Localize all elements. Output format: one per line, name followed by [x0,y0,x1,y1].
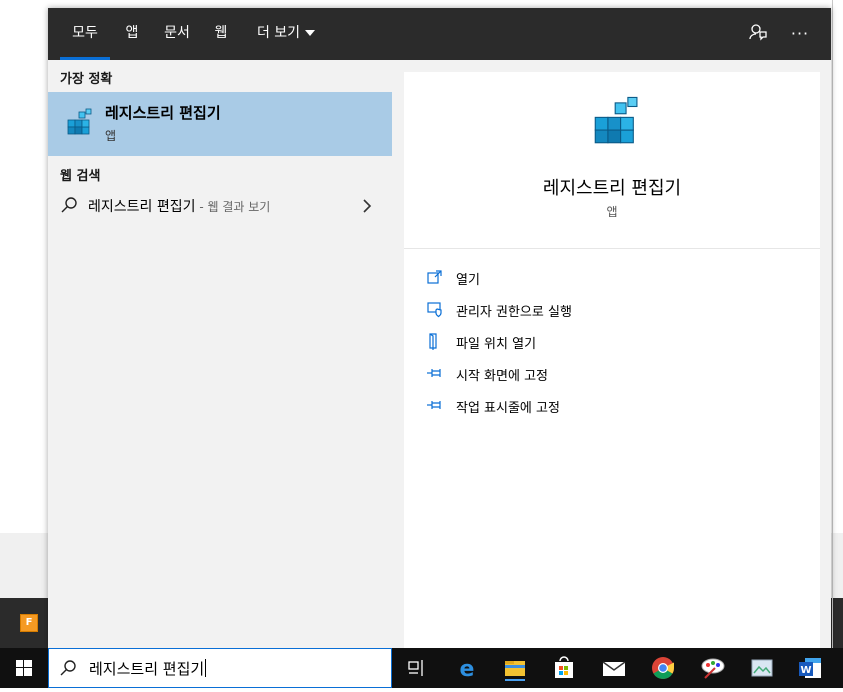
web-search-heading: 웹 검색 [60,169,101,184]
photo-viewer-icon[interactable] [748,654,776,682]
open-icon [427,270,442,284]
svg-text:e: e [460,657,475,682]
web-search-result[interactable]: 레지스트리 편집기 - 웹 결과 보기 [48,190,392,222]
action-open-file-location-label: 파일 위치 열기 [456,337,537,352]
chrome-icon[interactable] [649,654,677,682]
web-search-query: 레지스트리 편집기 [88,199,196,215]
action-pin-to-taskbar[interactable]: 작업 표시줄에 고정 [426,392,806,420]
best-match-name: 레지스트리 편집기 [105,104,221,122]
tab-more-label: 더 보기 [256,25,301,41]
preview-app-name: 레지스트리 편집기 [542,178,682,199]
chevron-right-icon[interactable] [360,198,374,214]
search-input-text: 레지스트리 편집기 [89,660,205,678]
preview-app-type: 앱 [606,205,618,219]
action-open-file-location[interactable]: 파일 위치 열기 [426,328,806,356]
word-icon[interactable]: W [796,654,824,682]
web-search-text: 레지스트리 편집기 - 웹 결과 보기 [88,196,270,216]
edge-browser-icon[interactable]: e [453,654,481,682]
pin-icon [427,401,441,409]
registry-editor-large-icon [594,96,638,144]
action-pin-to-taskbar-label: 작업 표시줄에 고정 [456,401,560,416]
shield-icon [427,302,442,318]
tab-documents[interactable]: 문서 [160,8,194,60]
file-location-icon [429,333,437,350]
mail-icon[interactable] [600,654,628,682]
search-input[interactable]: 레지스트리 편집기 [48,648,392,688]
taskbar: 레지스트리 편집기 e W [0,648,843,688]
search-icon [61,197,77,213]
tab-more[interactable]: 더 보기 [250,8,322,60]
paint-app-icon[interactable] [699,654,727,682]
action-pin-to-start-label: 시작 화면에 고정 [456,369,548,384]
background-app-icon[interactable]: F [20,614,38,632]
search-flyout: 모두 앱 문서 웹 더 보기 ··· 가장 정확 레지스트리 편집기 앱 웹 검… [48,8,831,648]
registry-editor-icon [67,108,92,135]
task-view-icon[interactable] [402,654,430,682]
tab-apps[interactable]: 앱 [118,8,146,60]
tab-all[interactable]: 모두 [60,8,110,60]
best-match-type: 앱 [105,129,117,143]
file-explorer-icon[interactable] [501,654,529,682]
divider [404,248,820,249]
chevron-down-icon [305,30,316,36]
feedback-icon[interactable] [746,22,770,46]
background-window-border [832,0,833,648]
text-cursor [205,659,207,677]
tab-web[interactable]: 웹 [210,8,232,60]
best-match-item[interactable]: 레지스트리 편집기 앱 [48,92,392,156]
preview-pane: 레지스트리 편집기 앱 열기 관리자 권한으로 실행 파일 위치 열기 시작 화… [404,72,820,648]
action-open-label: 열기 [456,273,480,288]
search-input-value: 레지스트리 편집기 [89,658,207,679]
web-search-suffix: - 웹 결과 보기 [195,200,271,214]
action-pin-to-start[interactable]: 시작 화면에 고정 [426,360,806,388]
pin-icon [427,369,441,377]
start-button[interactable] [0,648,48,688]
store-icon[interactable] [550,654,578,682]
more-options-icon[interactable]: ··· [788,22,812,46]
action-run-as-admin[interactable]: 관리자 권한으로 실행 [426,296,806,324]
search-icon [60,660,76,676]
windows-logo-icon [16,660,32,676]
svg-text:W: W [800,665,811,676]
best-match-heading: 가장 정확 [60,72,113,87]
search-tabs-bar: 모두 앱 문서 웹 더 보기 ··· [48,8,831,60]
action-run-as-admin-label: 관리자 권한으로 실행 [456,305,572,320]
action-open[interactable]: 열기 [426,264,806,292]
